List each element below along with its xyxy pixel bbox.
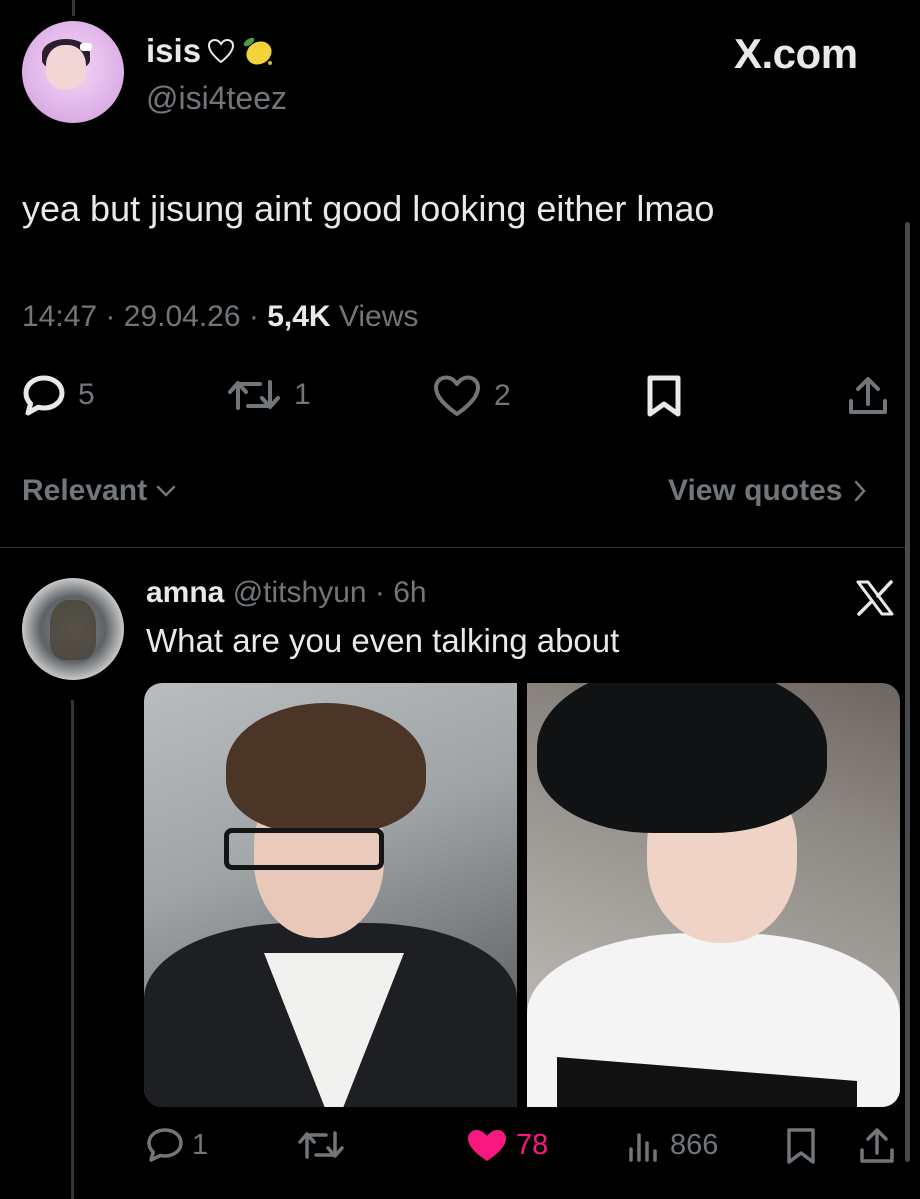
views-label: Views [338,300,419,333]
divider [0,547,905,548]
brand-watermark: X.com [734,30,858,77]
x-logo-icon [856,580,894,616]
reply-views-count: 866 [670,1128,719,1161]
thread-line [72,0,75,16]
sort-label: Relevant [22,474,148,507]
reply-bookmark-button[interactable] [784,1127,818,1165]
bookmark-icon [647,375,681,417]
reply-age[interactable]: 6h [393,576,426,610]
photo-right[interactable] [527,683,900,1107]
views-count: 5,4K [267,300,331,333]
reply-share-button[interactable] [858,1127,896,1165]
lemon-icon [243,37,273,65]
reply-icon [23,375,65,416]
reply-like-button[interactable]: 78 [466,1127,548,1163]
reply-reply-button[interactable]: 1 [146,1127,208,1163]
repost-icon [228,380,280,410]
reply-like-count: 78 [516,1128,549,1161]
view-quotes-link[interactable]: View quotes [668,474,867,508]
reply-header: amna @titshyun · 6h [146,576,427,610]
repost-button[interactable]: 1 [226,374,311,416]
display-name-text: isis [146,32,202,69]
reply-repost-button[interactable] [296,1127,346,1163]
tweet-time[interactable]: 14:47 [22,300,97,334]
tweet-date[interactable]: 29.04.26 [124,300,241,334]
user-handle[interactable]: @isi4teez [146,80,287,117]
scrollbar[interactable] [905,222,910,1162]
reply-icon [147,1128,183,1162]
reply-display-name[interactable]: amna [146,576,224,610]
share-icon [860,1128,894,1163]
views-icon [629,1133,657,1162]
media-grid[interactable] [144,683,900,1107]
bookmark-icon [787,1128,815,1164]
heart-outline-icon [208,38,235,64]
chevron-right-icon [854,480,866,502]
reply-avatar[interactable] [22,578,124,680]
like-button[interactable]: 2 [432,374,511,418]
display-name[interactable]: isis [146,32,275,70]
reply-text: What are you even talking about [146,622,620,659]
bookmark-button[interactable] [644,374,684,418]
repost-icon [298,1131,344,1159]
like-icon [468,1130,506,1161]
thread-line [71,700,74,1199]
like-icon [434,375,480,416]
sort-dropdown[interactable]: Relevant [22,474,177,508]
reply-views-button[interactable]: 866 [626,1127,718,1163]
repost-count: 1 [294,378,311,411]
photo-left[interactable] [144,683,517,1107]
tweet-text: yea but jisung aint good looking either … [22,188,715,229]
reply-reply-count: 1 [192,1128,209,1161]
reply-count: 5 [78,378,95,411]
view-quotes-label: View quotes [668,474,843,507]
chevron-down-icon [156,485,176,497]
share-button[interactable] [846,374,890,418]
reply-button[interactable]: 5 [22,374,95,416]
reply-handle[interactable]: @titshyun [233,576,367,610]
share-icon [849,377,887,414]
like-count: 2 [494,379,511,412]
avatar[interactable] [22,21,124,123]
tweet-meta: 14:47 · 29.04.26 · 5,4K Views [22,300,419,334]
